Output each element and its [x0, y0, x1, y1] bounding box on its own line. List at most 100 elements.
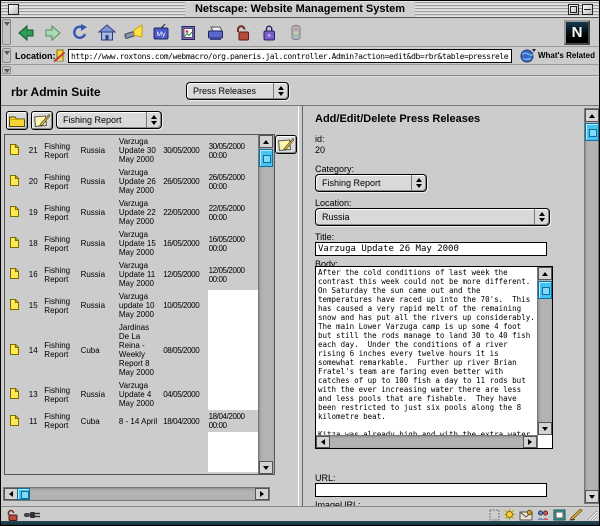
row-category: Fishing Report — [43, 410, 79, 432]
url-input[interactable] — [68, 49, 512, 63]
component-bar-handle-icon[interactable] — [489, 509, 500, 521]
doc-icon — [5, 197, 23, 228]
admin-header: rbr Admin Suite Press Releases — [1, 77, 599, 106]
newsgroups-icon[interactable] — [536, 509, 550, 521]
forward-button[interactable] — [42, 21, 64, 44]
scroll-right-button[interactable] — [523, 436, 537, 448]
table-row[interactable]: 13Fishing ReportRussiaVarzuga Update 4 M… — [5, 379, 258, 410]
location-collapse-tab[interactable] — [2, 48, 11, 63]
category-filter-select[interactable]: Fishing Report — [56, 111, 162, 129]
frame-horizontal-scrollbar[interactable] — [3, 487, 270, 501]
toolbar-collapse-tab[interactable] — [2, 19, 11, 45]
composer-icon[interactable] — [569, 509, 583, 521]
resize-grip[interactable] — [585, 508, 598, 521]
navigator-icon[interactable] — [503, 508, 516, 521]
body-textarea[interactable]: After the cold conditions of last week t… — [316, 267, 537, 435]
doc-icon — [5, 228, 23, 259]
scroll-right-button[interactable] — [255, 488, 269, 500]
row-date: 26/05/2000 — [162, 166, 207, 197]
row-title: 8 - 14 April — [118, 410, 162, 432]
row-datetime: 12/05/2000 00:00 — [208, 259, 258, 290]
home-icon — [97, 23, 117, 43]
textarea-vertical-scrollbar[interactable] — [537, 267, 552, 435]
doc-icon — [5, 135, 23, 166]
my-netscape-button[interactable]: My — [150, 21, 172, 44]
table-row[interactable]: 11Fishing ReportCuba8 - 14 April18/04/20… — [5, 410, 258, 432]
location-bar: Location: What's Related — [1, 47, 599, 65]
edit-record-button[interactable] — [275, 135, 297, 154]
row-title: Varzuga Update 4 May 2000 — [118, 379, 162, 410]
home-button[interactable] — [96, 21, 118, 44]
table-row[interactable]: 18Fishing ReportRussiaVarzuga Update 15 … — [5, 228, 258, 259]
category-select-value: Fishing Report — [316, 175, 411, 191]
form-vertical-scrollbar[interactable] — [584, 108, 599, 504]
scroll-up-button[interactable] — [259, 135, 273, 148]
scroll-thumb[interactable] — [259, 149, 273, 167]
popup-arrows-icon — [146, 112, 161, 128]
images-button[interactable] — [177, 21, 199, 44]
category-select[interactable]: Fishing Report — [315, 174, 427, 192]
windowshade-box[interactable] — [582, 4, 593, 15]
scroll-down-button[interactable] — [585, 490, 599, 503]
back-button[interactable] — [15, 21, 37, 44]
admin-suite-title: rbr Admin Suite — [11, 85, 101, 99]
row-location: Russia — [80, 166, 118, 197]
title-input[interactable] — [315, 242, 547, 256]
folder-button[interactable] — [6, 111, 28, 130]
back-icon — [16, 23, 36, 43]
scroll-down-button[interactable] — [259, 461, 273, 474]
addressbook-icon[interactable] — [553, 509, 566, 521]
table-row[interactable]: 14Fishing ReportCubaJardinas De La Reina… — [5, 321, 258, 379]
doc-icon — [5, 410, 23, 432]
plugin-icon — [23, 510, 41, 520]
close-box[interactable] — [8, 4, 19, 15]
location-select[interactable]: Russia — [315, 208, 550, 226]
security-lock-icon[interactable] — [6, 509, 19, 521]
url-label: URL: — [315, 473, 336, 483]
table-row[interactable]: 21Fishing ReportRussiaVarzuga Update 30 … — [5, 135, 258, 166]
textarea-horizontal-scrollbar[interactable] — [316, 435, 538, 448]
location-select-value: Russia — [316, 209, 534, 225]
row-date: 04/05/2000 — [162, 379, 207, 410]
new-record-button[interactable] — [31, 111, 53, 130]
row-location: Russia — [80, 290, 118, 321]
scroll-thumb[interactable] — [585, 123, 599, 141]
row-category: Fishing Report — [43, 135, 79, 166]
stop-icon — [286, 23, 306, 43]
window-title: Netscape: Website Management System — [185, 2, 415, 17]
stop-button[interactable] — [285, 21, 307, 44]
title-bar[interactable]: Netscape: Website Management System — [1, 1, 599, 18]
scroll-left-button[interactable] — [4, 488, 18, 500]
status-bar — [1, 506, 599, 521]
security-button[interactable] — [231, 21, 253, 44]
edit-note-icon — [278, 138, 294, 151]
row-date: 30/05/2000 — [162, 135, 207, 166]
scroll-up-button[interactable] — [585, 109, 599, 122]
netscape-logo[interactable]: N — [564, 20, 590, 45]
print-button[interactable] — [204, 21, 226, 44]
shop-button[interactable] — [258, 21, 280, 44]
location-field-label: Location: — [315, 198, 352, 208]
zoom-box[interactable] — [568, 4, 579, 15]
reload-button[interactable] — [69, 21, 91, 44]
scroll-left-button[interactable] — [316, 436, 330, 448]
personal-collapse-tab[interactable] — [2, 66, 11, 74]
table-row[interactable]: 16Fishing ReportRussiaVarzuga Update 11 … — [5, 259, 258, 290]
table-vertical-scrollbar[interactable] — [258, 135, 274, 474]
table-row[interactable]: 15Fishing ReportRussiaVarzuga update 10 … — [5, 290, 258, 321]
doc-icon — [5, 290, 23, 321]
netscape-window: Netscape: Website Management System My N… — [0, 0, 600, 526]
whats-related-button[interactable]: What's Related — [520, 48, 595, 63]
section-select[interactable]: Press Releases — [186, 82, 289, 100]
url-field-input[interactable] — [315, 483, 547, 497]
scroll-thumb[interactable] — [538, 281, 552, 299]
popup-arrows-icon — [411, 175, 426, 191]
search-button[interactable] — [123, 21, 145, 44]
scroll-thumb[interactable] — [17, 488, 30, 500]
row-id: 11 — [23, 410, 43, 432]
scroll-up-button[interactable] — [538, 267, 552, 280]
table-row[interactable]: 20Fishing ReportRussiaVarzuga Update 26 … — [5, 166, 258, 197]
table-row[interactable]: 19Fishing ReportRussiaVarzuga Update 22 … — [5, 197, 258, 228]
inbox-icon[interactable] — [519, 509, 533, 521]
scroll-down-button[interactable] — [538, 422, 552, 435]
